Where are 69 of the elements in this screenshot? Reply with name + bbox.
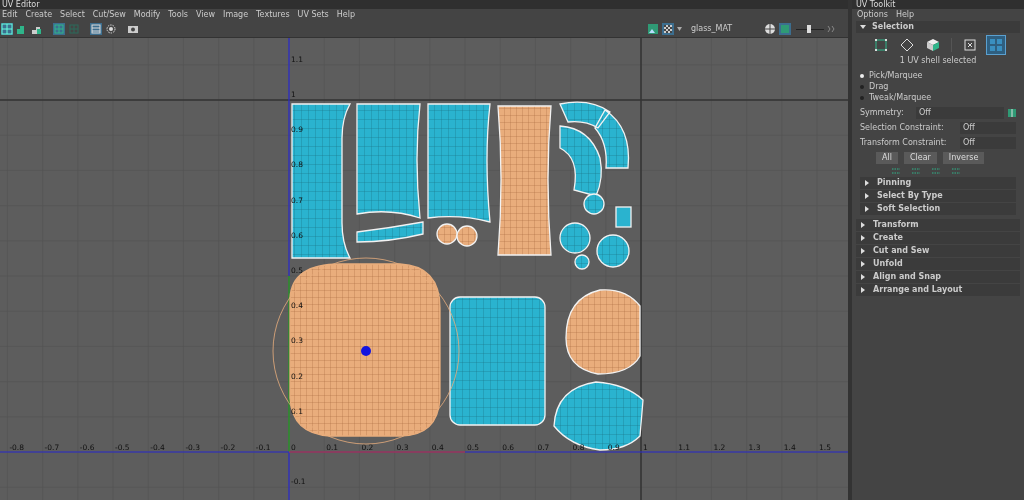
- menu-item[interactable]: UV Sets: [297, 10, 329, 20]
- slider-thumb[interactable]: [806, 25, 811, 33]
- menu-item[interactable]: Options: [857, 10, 888, 20]
- constraint-dropdown[interactable]: Off: [960, 136, 1016, 149]
- selection-button[interactable]: Inverse: [942, 152, 985, 164]
- camera-icon[interactable]: [127, 23, 139, 35]
- menu-item[interactable]: Help: [895, 10, 915, 20]
- caret-right-icon: [860, 222, 866, 228]
- shell-select-icon: [988, 38, 1003, 52]
- menu-item[interactable]: View: [196, 10, 216, 20]
- section-header[interactable]: Create: [856, 232, 1020, 244]
- window-title: UV Editor: [0, 0, 848, 9]
- caret-right-icon: [860, 287, 866, 293]
- selection-button[interactable]: All: [876, 152, 898, 164]
- caret-right-icon: [864, 193, 870, 199]
- menu-item[interactable]: Cut/Sew: [92, 10, 126, 20]
- caret-right-icon: [864, 180, 870, 186]
- menu-item[interactable]: Modify: [133, 10, 161, 20]
- constraint-dropdown[interactable]: Off: [960, 121, 1016, 134]
- menu-item[interactable]: Select: [60, 10, 85, 20]
- section-header[interactable]: Cut and Sew: [856, 245, 1020, 257]
- uv-select-icon: [962, 38, 977, 52]
- layout-icon[interactable]: [90, 23, 102, 35]
- vertex-select-icon: [873, 38, 888, 52]
- material-name[interactable]: glass_MAT: [691, 23, 761, 35]
- face-select-icon: [925, 38, 940, 52]
- caret-right-icon: [860, 248, 866, 254]
- section-header[interactable]: Align and Snap: [856, 271, 1020, 283]
- menu-item[interactable]: Help: [336, 10, 355, 20]
- exposure-slider[interactable]: [796, 25, 824, 33]
- subsection-header[interactable]: Pinning: [860, 177, 1016, 189]
- menu-item[interactable]: Create: [25, 10, 53, 20]
- field-label: Selection Constraint:: [860, 121, 945, 134]
- selection-type-button[interactable]: [985, 35, 1006, 55]
- menu-item[interactable]: Edit: [2, 10, 18, 20]
- radio-label: Pick/Marquee: [869, 69, 923, 82]
- caret-right-icon: [860, 235, 866, 241]
- uv-grid-icon[interactable]: [1, 23, 13, 35]
- section-header[interactable]: Unfold: [856, 258, 1020, 270]
- caret-down-icon[interactable]: [677, 27, 682, 31]
- radio-label: Tweak/Marquee: [869, 91, 932, 104]
- caret-down-icon: [860, 24, 866, 30]
- menu-item[interactable]: Textures: [256, 10, 290, 20]
- section-header[interactable]: Selection: [856, 21, 1020, 33]
- radio-label: Drag: [869, 80, 889, 93]
- selection-status: 1 UV shell selected: [898, 55, 978, 67]
- subsection-header[interactable]: Soft Selection: [860, 203, 1016, 215]
- field-label: Symmetry:: [860, 106, 905, 119]
- section-header[interactable]: Arrange and Layout: [856, 284, 1020, 296]
- field-label: Transform Constraint:: [860, 136, 948, 149]
- globe-icon[interactable]: [764, 23, 776, 35]
- pivot-point[interactable]: [361, 346, 371, 356]
- menu-item[interactable]: Tools: [168, 10, 189, 20]
- checker-icon[interactable]: [662, 23, 674, 35]
- section-header[interactable]: Transform: [856, 219, 1020, 231]
- symmetry-icon[interactable]: [1008, 108, 1016, 117]
- selection-button[interactable]: Clear: [903, 152, 937, 164]
- expand-icon[interactable]: [827, 25, 835, 33]
- image-icon[interactable]: [647, 23, 659, 35]
- caret-right-icon: [864, 206, 870, 212]
- caret-right-icon: [860, 261, 866, 267]
- caret-right-icon: [860, 274, 866, 280]
- symmetry-dropdown[interactable]: Off: [916, 106, 1004, 119]
- edge-select-icon: [899, 38, 914, 52]
- panel-title: UV Toolkit: [852, 0, 1024, 9]
- radio-button[interactable]: [860, 73, 864, 78]
- menu-item[interactable]: Image: [223, 10, 249, 20]
- target-icon[interactable]: [105, 23, 117, 35]
- subsection-header[interactable]: Select By Type: [860, 190, 1016, 202]
